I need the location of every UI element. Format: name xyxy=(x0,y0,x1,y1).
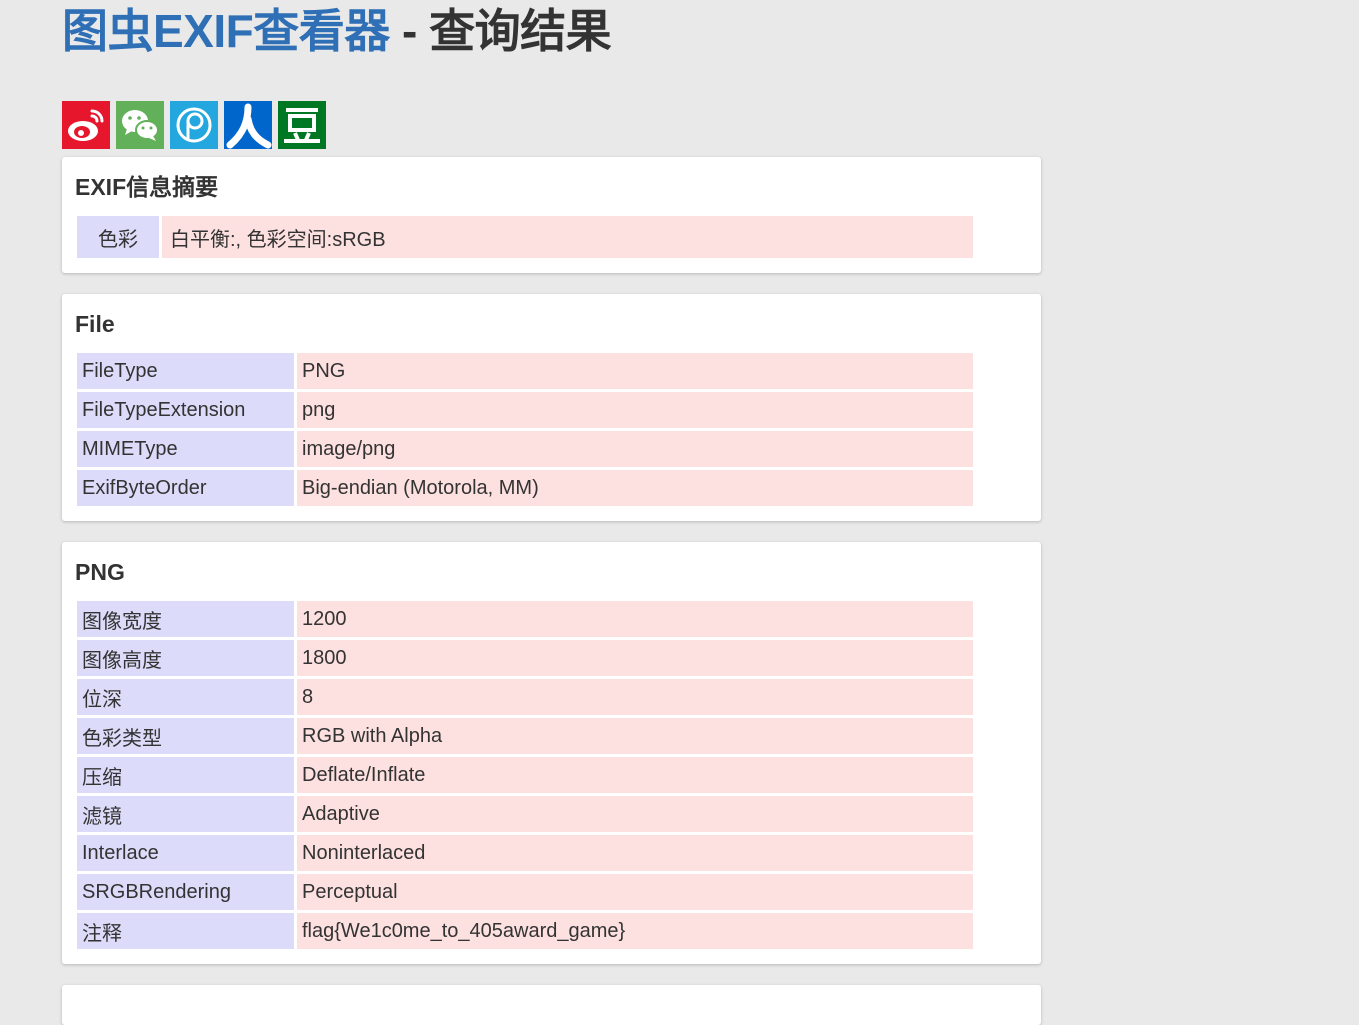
brand-link[interactable]: 图虫EXIF查看器 xyxy=(62,5,390,57)
row-key: MIMEType xyxy=(77,431,294,467)
row-value: RGB with Alpha xyxy=(297,718,973,754)
exif-summary-heading: EXIF信息摘要 xyxy=(75,174,219,200)
douban-icon xyxy=(278,101,326,149)
table-row: FileTypeExtension png xyxy=(77,392,973,428)
row-key: 注释 xyxy=(77,913,294,949)
share-douban-button[interactable] xyxy=(278,101,326,149)
png-heading: PNG xyxy=(75,559,125,585)
page-title: 图虫EXIF查看器 - 查询结果 xyxy=(62,0,1041,64)
table-row: ExifByteOrder Big-endian (Motorola, MM) xyxy=(77,470,973,506)
row-value: 8 xyxy=(297,679,973,715)
row-key: 压缩 xyxy=(77,757,294,793)
table-row: Interlace Noninterlaced xyxy=(77,835,973,871)
weibo-icon xyxy=(62,101,110,149)
png-table: 图像宽度 1200 图像高度 1800 位深 8 色彩类型 RGB with A… xyxy=(74,598,976,952)
row-value: PNG xyxy=(297,353,973,389)
row-value: image/png xyxy=(297,431,973,467)
row-value: Noninterlaced xyxy=(297,835,973,871)
row-key: FileTypeExtension xyxy=(77,392,294,428)
row-key: 色彩类型 xyxy=(77,718,294,754)
row-value: Deflate/Inflate xyxy=(297,757,973,793)
table-row: FileType PNG xyxy=(77,353,973,389)
table-row: 滤镜 Adaptive xyxy=(77,796,973,832)
qq-space-icon xyxy=(170,101,218,149)
next-card xyxy=(62,985,1041,1025)
wechat-icon xyxy=(116,101,164,149)
row-key: ExifByteOrder xyxy=(77,470,294,506)
row-value: 1800 xyxy=(297,640,973,676)
row-key: SRGBRendering xyxy=(77,874,294,910)
row-value: flag{We1c0me_to_405award_game} xyxy=(297,913,973,949)
table-row: 色彩类型 RGB with Alpha xyxy=(77,718,973,754)
table-row: 图像宽度 1200 xyxy=(77,601,973,637)
row-value: Perceptual xyxy=(297,874,973,910)
title-separator: - xyxy=(389,5,430,57)
file-card: File FileType PNG FileTypeExtension png … xyxy=(62,294,1041,521)
table-row: 位深 8 xyxy=(77,679,973,715)
row-key: FileType xyxy=(77,353,294,389)
file-heading: File xyxy=(75,311,115,337)
table-row: SRGBRendering Perceptual xyxy=(77,874,973,910)
row-key: 滤镜 xyxy=(77,796,294,832)
title-text: 查询结果 xyxy=(429,5,612,57)
table-row: MIMEType image/png xyxy=(77,431,973,467)
row-value: png xyxy=(297,392,973,428)
table-row: 压缩 Deflate/Inflate xyxy=(77,757,973,793)
file-table: FileType PNG FileTypeExtension png MIMET… xyxy=(74,350,976,509)
row-key: 图像高度 xyxy=(77,640,294,676)
table-row: 注释 flag{We1c0me_to_405award_game} xyxy=(77,913,973,949)
renren-icon xyxy=(224,101,272,149)
share-wechat-button[interactable] xyxy=(116,101,164,149)
share-weibo-button[interactable] xyxy=(62,101,110,149)
table-row: 色彩 白平衡:, 色彩空间:sRGB xyxy=(77,216,973,258)
exif-summary-table: 色彩 白平衡:, 色彩空间:sRGB xyxy=(74,213,976,261)
row-key: Interlace xyxy=(77,835,294,871)
row-value: Big-endian (Motorola, MM) xyxy=(297,470,973,506)
page: 图虫EXIF查看器 - 查询结果 EXIF信息摘要 色彩 白平衡:, 色彩空间:… xyxy=(62,0,1041,1025)
png-card: PNG 图像宽度 1200 图像高度 1800 位深 8 色彩类型 RGB wi… xyxy=(62,542,1041,964)
exif-summary-card: EXIF信息摘要 色彩 白平衡:, 色彩空间:sRGB xyxy=(62,157,1041,273)
share-qzone-button[interactable] xyxy=(170,101,218,149)
share-renren-button[interactable] xyxy=(224,101,272,149)
row-value: 白平衡:, 色彩空间:sRGB xyxy=(162,216,973,258)
row-value: 1200 xyxy=(297,601,973,637)
table-row: 图像高度 1800 xyxy=(77,640,973,676)
row-key: 位深 xyxy=(77,679,294,715)
share-bar xyxy=(62,101,1041,149)
row-value: Adaptive xyxy=(297,796,973,832)
row-key: 图像宽度 xyxy=(77,601,294,637)
row-key: 色彩 xyxy=(77,216,159,258)
